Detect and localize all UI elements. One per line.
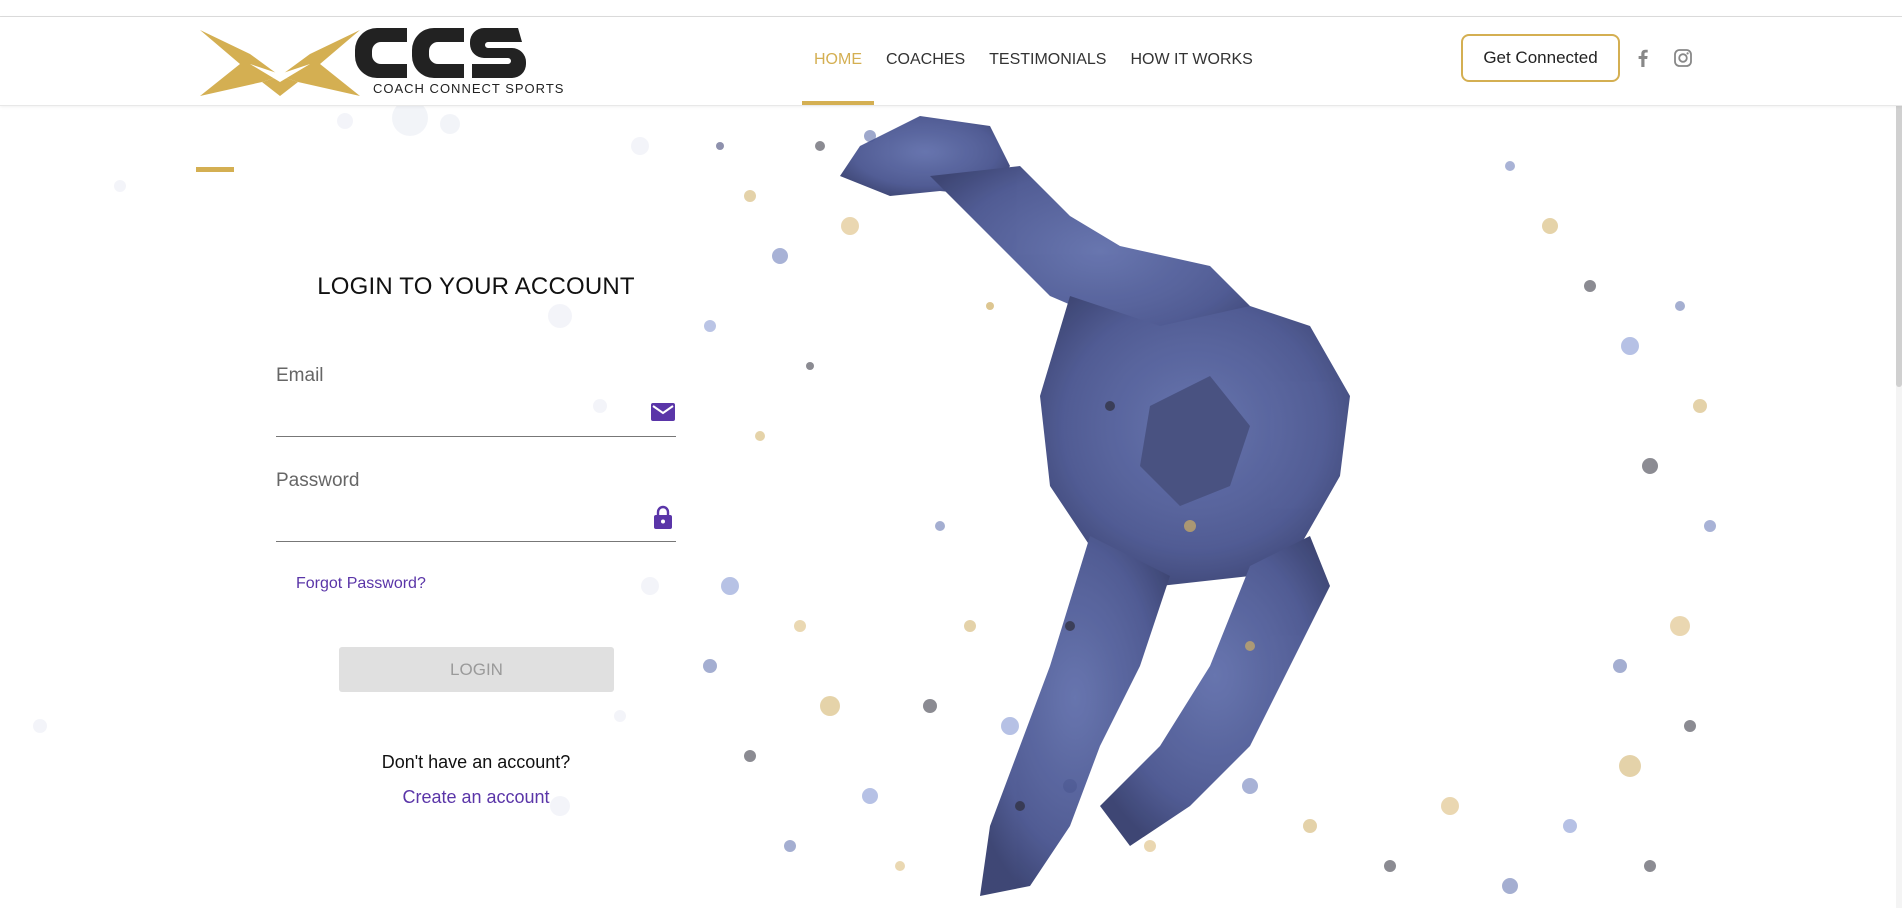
create-account-link[interactable]: Create an account <box>276 787 676 808</box>
wrestler-hero-image <box>703 116 1716 896</box>
nav-home[interactable]: HOME <box>802 17 874 105</box>
password-input[interactable] <box>276 498 640 534</box>
logo[interactable]: COACH CONNECT SPORTS <box>200 24 565 99</box>
email-underline <box>276 436 676 437</box>
forgot-password-link[interactable]: Forgot Password? <box>296 575 426 593</box>
email-label: Email <box>276 365 324 386</box>
browser-top-strip <box>0 0 1902 17</box>
no-account-text: Don't have an account? <box>381 752 571 772</box>
site-header: COACH CONNECT SPORTS HOME COACHES TESTIM… <box>0 17 1902 106</box>
password-label: Password <box>276 470 360 491</box>
main-nav: HOME COACHES TESTIMONIALS HOW IT WORKS <box>802 17 1265 105</box>
password-field: Password <box>276 470 676 542</box>
logo-tagline: COACH CONNECT SPORTS <box>373 81 565 96</box>
facebook-icon[interactable] <box>1632 47 1654 69</box>
envelope-icon <box>650 399 676 425</box>
password-underline <box>276 541 676 542</box>
login-title: LOGIN TO YOUR ACCOUNT <box>317 273 635 300</box>
logo-wing-emblem <box>200 30 360 96</box>
lock-icon <box>650 504 676 530</box>
email-field: Email <box>276 365 676 437</box>
email-input[interactable] <box>276 393 640 429</box>
login-button[interactable]: LOGIN <box>339 647 614 692</box>
nav-coaches[interactable]: COACHES <box>874 17 977 105</box>
accent-dash <box>196 167 234 172</box>
nav-testimonials[interactable]: TESTIMONIALS <box>977 17 1118 105</box>
nav-how-it-works[interactable]: HOW IT WORKS <box>1118 17 1264 105</box>
get-connected-button[interactable]: Get Connected <box>1461 34 1620 82</box>
instagram-icon[interactable] <box>1672 47 1694 69</box>
